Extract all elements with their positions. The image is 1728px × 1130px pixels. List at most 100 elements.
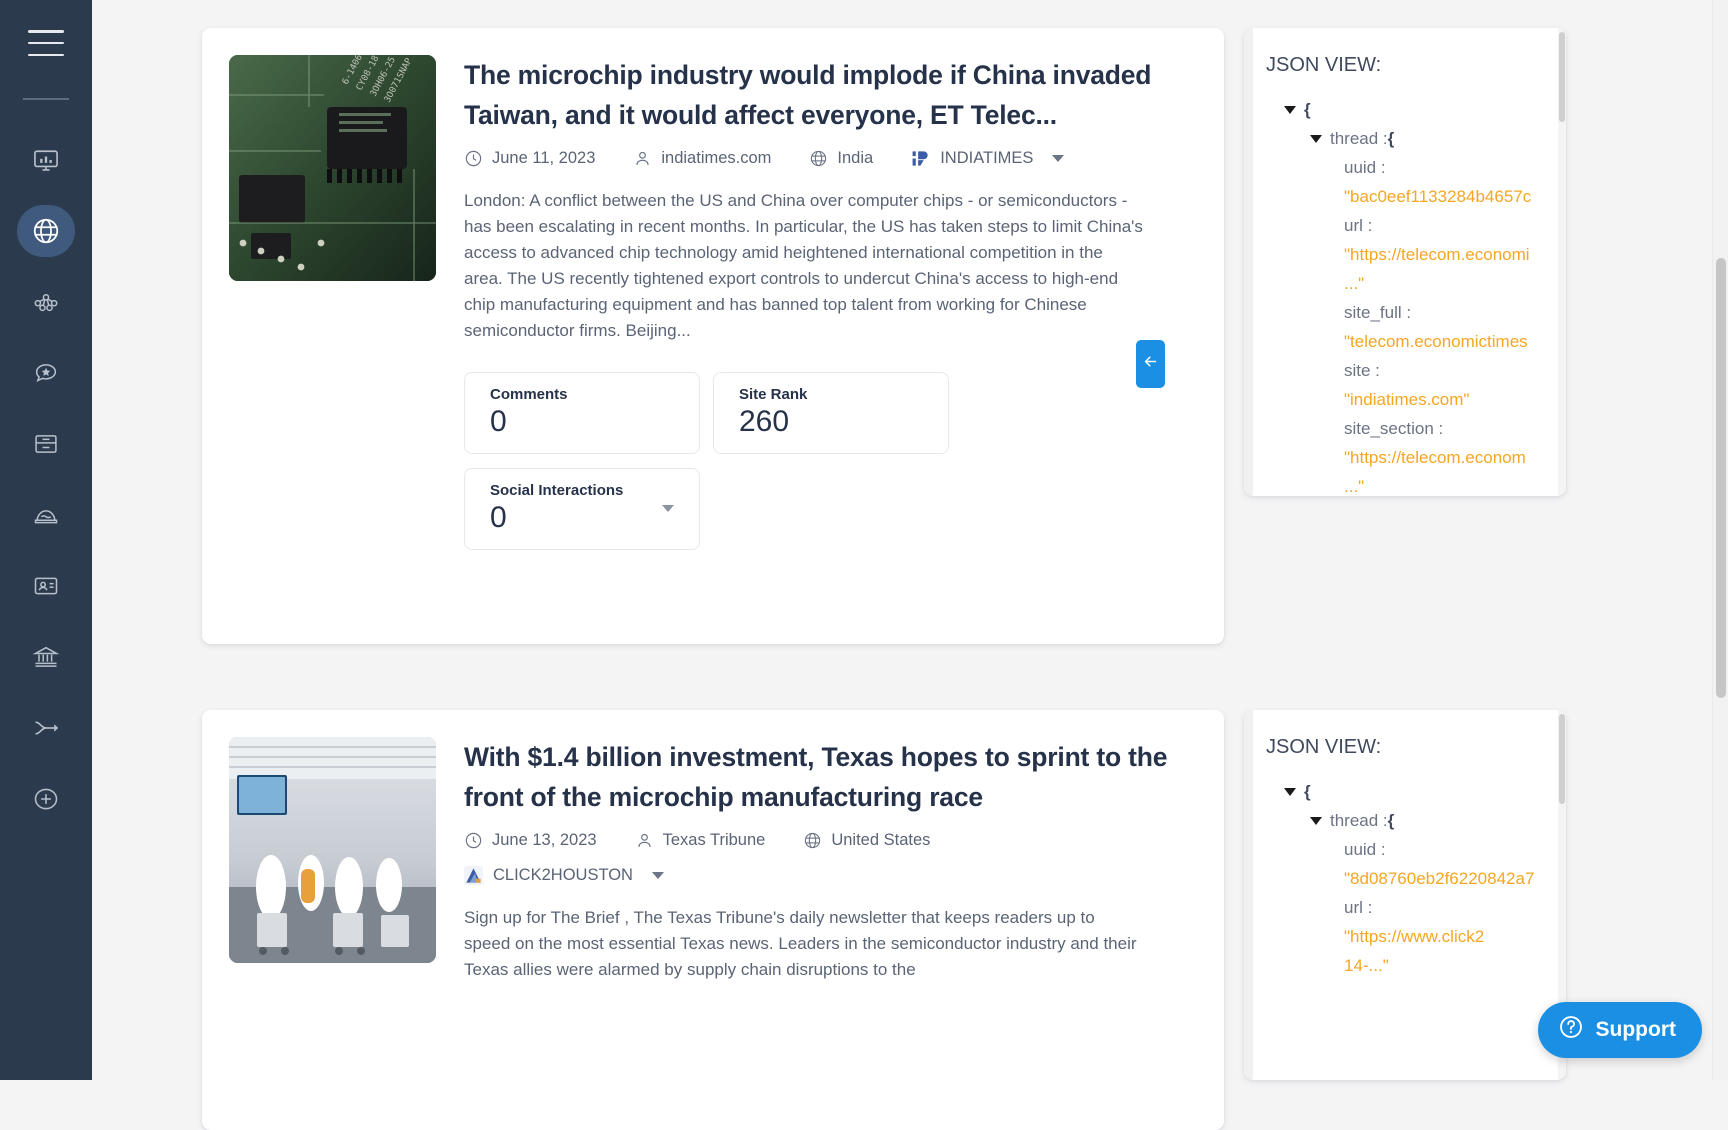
json-line: { <box>1244 777 1566 806</box>
json-brace: { <box>1388 124 1395 153</box>
page-scrollbar[interactable] <box>1712 0 1728 1080</box>
caret-down-icon[interactable] <box>1284 788 1296 796</box>
article-date-label: June 13, 2023 <box>492 831 597 850</box>
sidebar-item-streams[interactable] <box>17 702 75 754</box>
network-nodes-icon <box>32 288 60 316</box>
json-value: "https://telecom.econom <box>1344 443 1526 472</box>
json-view-panel[interactable]: JSON VIEW: {thread : {uuid :"bac0eef1133… <box>1244 28 1566 496</box>
sidebar-item-network[interactable] <box>17 276 75 328</box>
article-source-label: INDIATIMES <box>940 149 1033 168</box>
json-line: "https://www.click2 <box>1244 922 1566 951</box>
article-country-label: United States <box>831 831 930 850</box>
bank-building-icon <box>32 643 60 671</box>
caret-down-icon[interactable] <box>1310 135 1322 143</box>
json-line: "indiatimes.com" <box>1244 385 1566 414</box>
json-key: url : <box>1344 211 1372 240</box>
plus-circle-icon <box>32 785 60 813</box>
globe-icon <box>809 149 828 168</box>
json-value: ..." <box>1344 472 1364 496</box>
hamburger-icon[interactable] <box>28 30 64 56</box>
stat-social-interactions[interactable]: Social Interactions 0 <box>464 468 700 550</box>
article-excerpt: Sign up for The Brief , The Texas Tribun… <box>464 905 1144 983</box>
merge-arrow-icon <box>32 714 60 742</box>
json-value: "8d08760eb2f6220842a7 <box>1344 864 1534 893</box>
chevron-down-icon[interactable] <box>1052 155 1064 162</box>
json-value: ..." <box>1344 269 1364 298</box>
json-key: thread : <box>1330 124 1388 153</box>
article-source-label: CLICK2HOUSTON <box>493 866 633 885</box>
json-scrollbar-thumb[interactable] <box>1559 714 1565 804</box>
article-meta: June 11, 2023 indiatimes.com <box>464 149 1193 168</box>
json-line: site_full : <box>1244 298 1566 327</box>
support-button-label: Support <box>1596 1018 1676 1042</box>
arrow-left-icon <box>1142 353 1159 375</box>
article-thumbnail: 6-140613 CY08-18 3OH06-25 3O071SNAP <box>229 55 436 281</box>
chevron-down-icon[interactable] <box>652 872 664 879</box>
clock-icon <box>464 831 483 850</box>
article-country: India <box>809 149 873 168</box>
json-view-panel[interactable]: JSON VIEW: {thread : {uuid :"8d08760eb2f… <box>1244 710 1566 1080</box>
article-title[interactable]: With $1.4 billion investment, Texas hope… <box>464 737 1193 817</box>
globe-icon <box>31 216 61 246</box>
caret-down-icon[interactable] <box>1310 817 1322 825</box>
page-scrollbar-thumb[interactable] <box>1716 258 1726 698</box>
sidebar <box>0 0 92 1080</box>
json-view-title: JSON VIEW: <box>1244 54 1566 77</box>
json-scrollbar-thumb[interactable] <box>1559 32 1565 122</box>
json-key: site_section : <box>1344 414 1443 443</box>
chevron-down-icon[interactable] <box>662 505 674 512</box>
article-author: Texas Tribune <box>635 831 766 850</box>
support-button[interactable]: Support <box>1538 1002 1702 1058</box>
sidebar-divider <box>23 98 69 100</box>
article-author-label: indiatimes.com <box>661 149 771 168</box>
article-stats: Comments 0 Site Rank 260 Social Interact… <box>464 372 1193 550</box>
stat-comments[interactable]: Comments 0 <box>464 372 700 454</box>
json-line: "bac0eef1133284b4657c <box>1244 182 1566 211</box>
stat-site-rank[interactable]: Site Rank 260 <box>713 372 949 454</box>
person-icon <box>635 831 654 850</box>
json-value: "indiatimes.com" <box>1344 385 1469 414</box>
article-source[interactable]: CLICK2HOUSTON <box>464 866 664 885</box>
json-scrollbar[interactable] <box>1558 28 1566 496</box>
json-key: uuid : <box>1344 153 1386 182</box>
sidebar-item-add[interactable] <box>17 773 75 825</box>
globe-icon <box>803 831 822 850</box>
json-brace: { <box>1388 806 1395 835</box>
article-card[interactable]: 6-140613 CY08-18 3OH06-25 3O071SNAP The … <box>202 28 1224 644</box>
dashboard-monitor-icon <box>32 146 60 174</box>
caret-down-icon[interactable] <box>1284 106 1296 114</box>
article-title[interactable]: The microchip industry would implode if … <box>464 55 1193 135</box>
article-excerpt: London: A conflict between the US and Ch… <box>464 188 1144 344</box>
article-source[interactable]: INDIATIMES <box>911 149 1064 168</box>
stat-label: Social Interactions <box>490 482 699 499</box>
json-key: url : <box>1344 893 1372 922</box>
json-key: thread : <box>1330 806 1388 835</box>
sidebar-item-profiles[interactable] <box>17 560 75 612</box>
sidebar-item-reviews[interactable] <box>17 347 75 399</box>
json-line: thread : { <box>1244 124 1566 153</box>
stat-value: 260 <box>739 404 948 440</box>
sidebar-item-archive[interactable] <box>17 418 75 470</box>
json-line: url : <box>1244 211 1566 240</box>
sidebar-item-datasets[interactable] <box>17 489 75 541</box>
sidebar-item-dashboard[interactable] <box>17 134 75 186</box>
click2houston-favicon-icon <box>464 866 483 885</box>
json-line: "8d08760eb2f6220842a7 <box>1244 864 1566 893</box>
json-line: 14-..." <box>1244 951 1566 980</box>
json-brace: { <box>1304 777 1311 806</box>
json-left-rail <box>1244 28 1253 496</box>
json-line: thread : { <box>1244 806 1566 835</box>
json-key: site_full : <box>1344 298 1411 327</box>
results-scroll-area: 6-140613 CY08-18 3OH06-25 3O071SNAP The … <box>92 0 1728 1080</box>
collapse-panel-button[interactable] <box>1136 340 1165 388</box>
sidebar-item-web-search[interactable] <box>17 205 75 257</box>
sidebar-item-finance[interactable] <box>17 631 75 683</box>
article-author: indiatimes.com <box>633 149 771 168</box>
json-line: url : <box>1244 893 1566 922</box>
sidebar-nav <box>0 134 92 844</box>
json-key: site : <box>1344 356 1380 385</box>
json-view-title: JSON VIEW: <box>1244 736 1566 759</box>
article-card[interactable]: With $1.4 billion investment, Texas hope… <box>202 710 1224 1130</box>
json-line: "telecom.economictimes <box>1244 327 1566 356</box>
json-line: ..." <box>1244 472 1566 496</box>
